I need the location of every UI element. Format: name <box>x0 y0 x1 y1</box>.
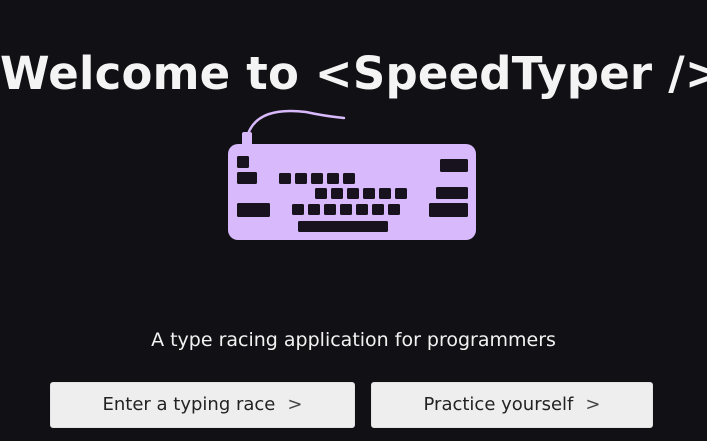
enter-race-button[interactable]: Enter a typing race > <box>50 382 355 428</box>
chevron-right-icon: > <box>585 394 601 415</box>
welcome-page: Welcome to <SpeedTyper /> A type racing … <box>0 0 707 441</box>
practice-button[interactable]: Practice yourself > <box>371 382 653 428</box>
tagline: A type racing application for programmer… <box>151 329 556 351</box>
chevron-right-icon: > <box>287 394 303 415</box>
keyboard-icon <box>228 109 476 240</box>
page-title: Welcome to <SpeedTyper /> <box>0 47 707 101</box>
enter-race-label: Enter a typing race <box>102 394 276 415</box>
practice-label: Practice yourself <box>423 394 574 415</box>
